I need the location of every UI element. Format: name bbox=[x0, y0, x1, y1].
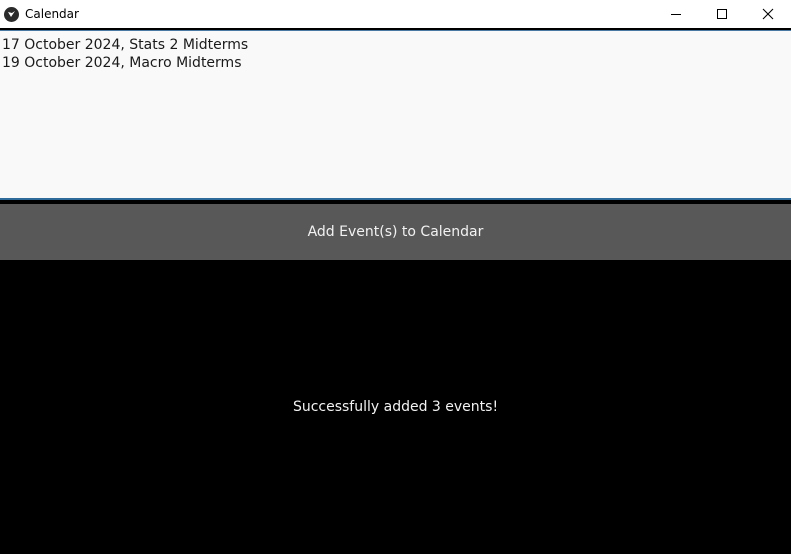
add-events-button[interactable]: Add Event(s) to Calendar bbox=[0, 204, 791, 260]
title-bar[interactable]: Calendar bbox=[0, 0, 791, 28]
window-title: Calendar bbox=[25, 7, 79, 21]
maximize-button[interactable] bbox=[699, 0, 745, 28]
window-controls bbox=[653, 0, 791, 28]
add-events-button-label: Add Event(s) to Calendar bbox=[307, 224, 484, 240]
minimize-button[interactable] bbox=[653, 0, 699, 28]
status-message: Successfully added 3 events! bbox=[292, 399, 499, 415]
events-input[interactable]: 17 October 2024, Stats 2 Midterms 19 Oct… bbox=[0, 30, 791, 200]
close-button[interactable] bbox=[745, 0, 791, 28]
close-icon bbox=[762, 8, 774, 20]
maximize-icon bbox=[716, 8, 728, 20]
status-panel: Successfully added 3 events! bbox=[0, 260, 791, 554]
kivy-logo-icon bbox=[4, 6, 19, 22]
event-line: 17 October 2024, Stats 2 Midterms bbox=[2, 37, 249, 53]
event-line: 19 October 2024, Macro Midterms bbox=[2, 55, 242, 71]
calendar-window: Calendar 17 October 2024, Stats 2 Midter… bbox=[0, 0, 791, 554]
minimize-icon bbox=[670, 8, 682, 20]
